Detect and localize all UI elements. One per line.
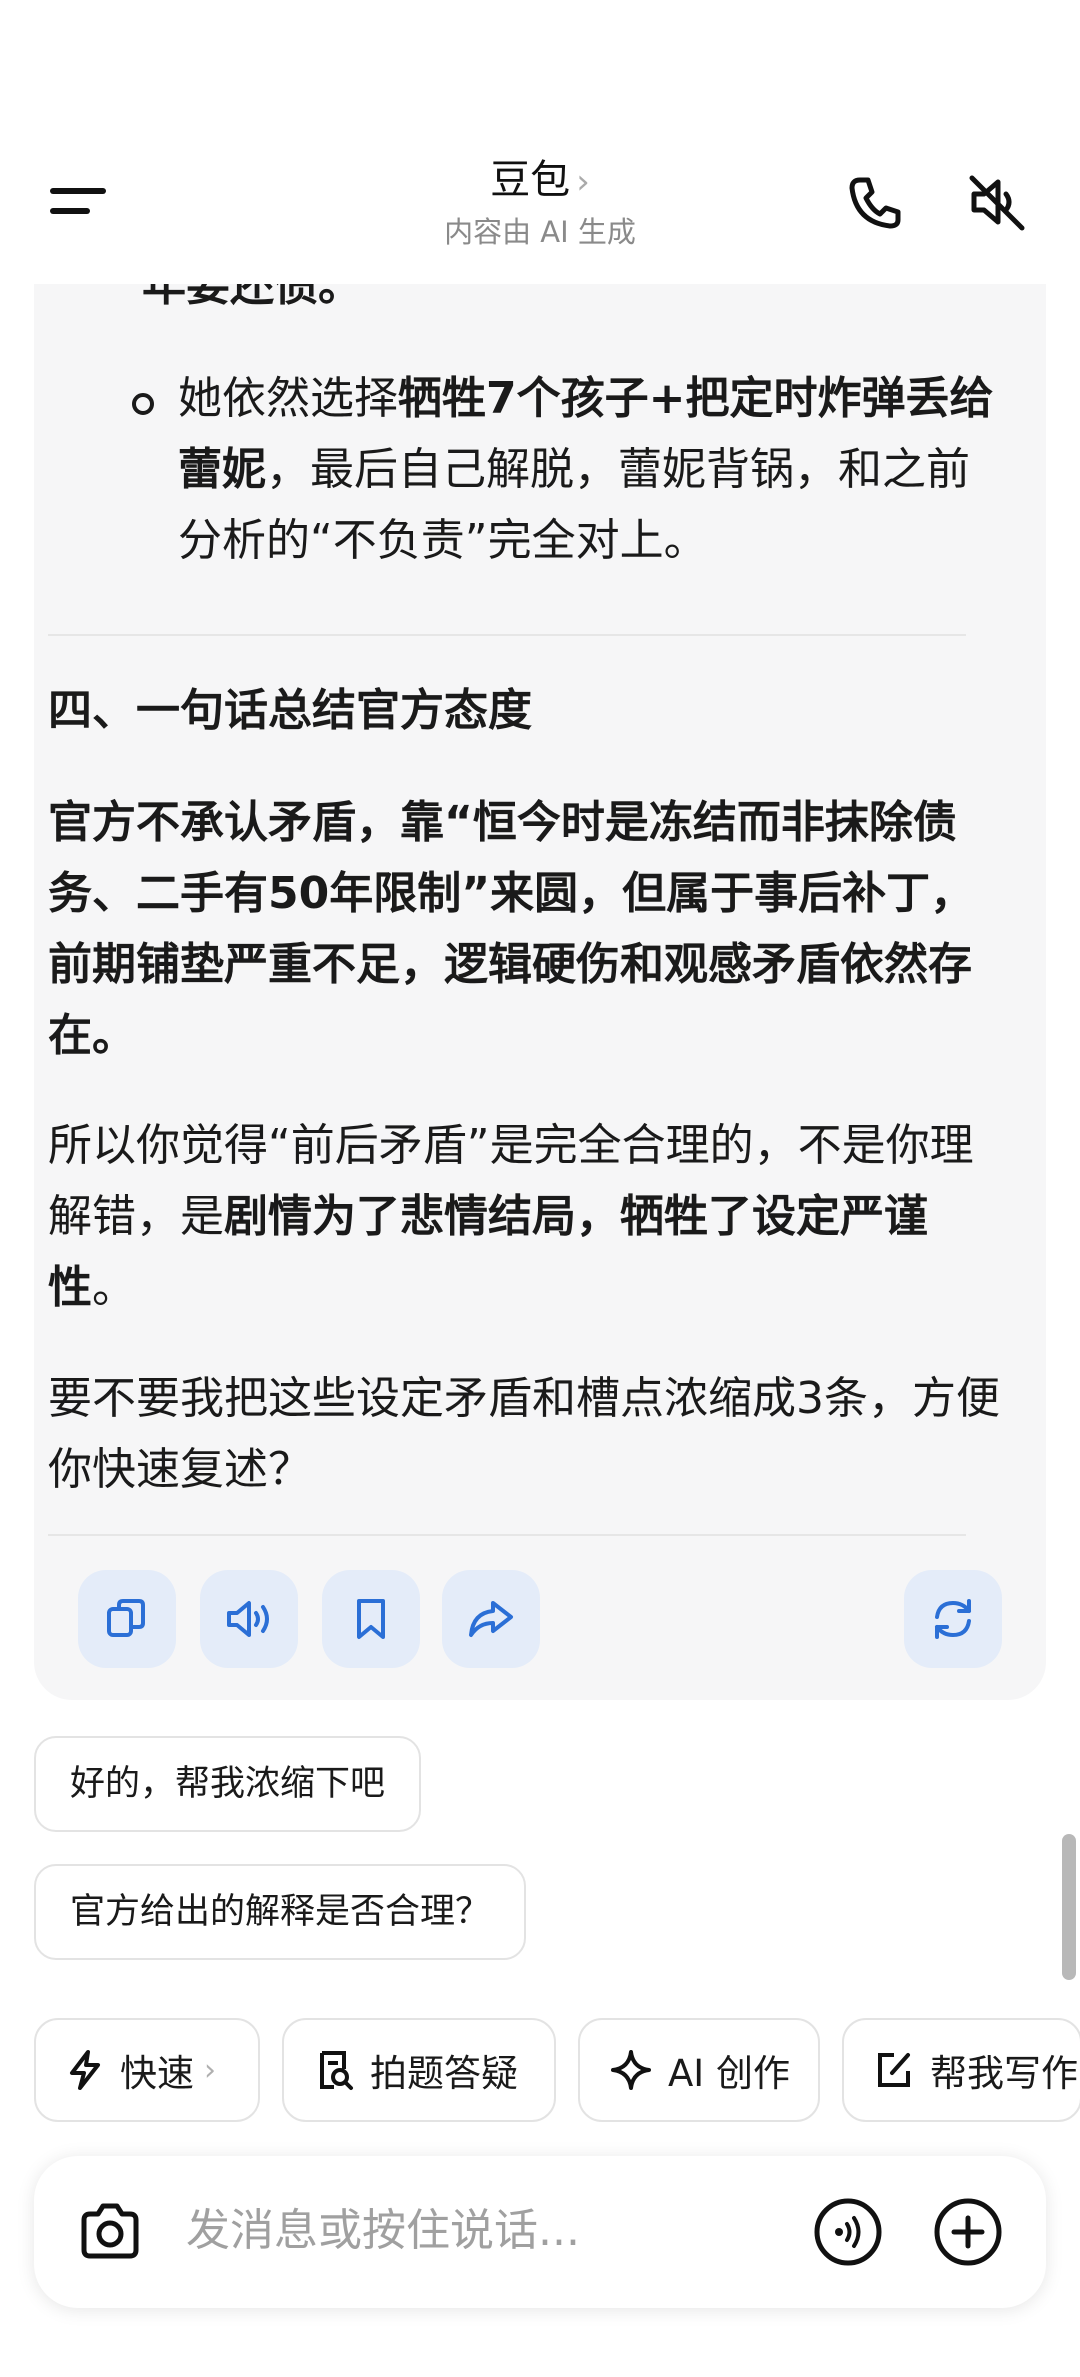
suggestion-chip[interactable]: 好的，帮我浓缩下吧 bbox=[34, 1736, 422, 1832]
chip-label: 帮我写作 bbox=[930, 2052, 1078, 2095]
copy-icon[interactable] bbox=[78, 1570, 176, 1668]
chat-title-area[interactable]: 豆包 › 内容由 AI 生成 bbox=[340, 152, 740, 252]
read-aloud-icon[interactable] bbox=[200, 1570, 298, 1668]
bullet-circle-icon bbox=[132, 393, 154, 415]
sparkle-icon bbox=[611, 2050, 651, 2090]
summary-paragraph: 官方不承认矛盾，靠“恒今时是冻结而非抹除债务、二手有50年限制”来圆，但属于事后… bbox=[48, 797, 975, 1061]
divider bbox=[48, 1534, 966, 1536]
scrollbar[interactable] bbox=[1062, 1834, 1076, 1980]
chip-ai-create[interactable]: AI 创作 bbox=[578, 2018, 820, 2122]
chip-help-write[interactable]: 帮我写作 bbox=[842, 2018, 1080, 2122]
message-actions bbox=[44, 1570, 1002, 1670]
voice-icon[interactable] bbox=[812, 2196, 884, 2272]
chip-label: 快速 bbox=[120, 2052, 194, 2095]
regenerate-icon[interactable] bbox=[904, 1570, 1002, 1668]
chip-photo-qa[interactable]: 拍题答疑 bbox=[282, 2018, 556, 2122]
follow-up-question: 要不要我把这些设定矛盾和槽点浓缩成3条，方便你快速复述？ bbox=[48, 1373, 1000, 1495]
chip-label: 拍题答疑 bbox=[370, 2052, 518, 2095]
message-input[interactable]: 发消息或按住说话... bbox=[186, 2198, 580, 2264]
top-bar: 豆包 › 内容由 AI 生成 bbox=[0, 0, 1080, 284]
divider bbox=[48, 634, 966, 636]
chat-title[interactable]: 豆包 › bbox=[340, 152, 740, 210]
suggestion-chip[interactable]: 官方给出的解释是否合理？ bbox=[34, 1864, 527, 1960]
share-icon[interactable] bbox=[442, 1570, 540, 1668]
edit-icon bbox=[878, 2053, 910, 2087]
phone-icon[interactable] bbox=[842, 170, 906, 234]
chip-fast-mode[interactable]: 快速 › bbox=[34, 2018, 260, 2122]
bolt-icon bbox=[70, 2050, 100, 2090]
conclusion-paragraph: 所以你觉得“前后矛盾”是完全合理的，不是你理解错，是剧情为了悲情结局，牺牲了设定… bbox=[48, 1120, 974, 1313]
bookmark-icon[interactable] bbox=[322, 1570, 420, 1668]
chip-label: AI 创作 bbox=[668, 2052, 790, 2095]
camera-icon[interactable] bbox=[74, 2196, 146, 2272]
chevron-right-icon: › bbox=[204, 2052, 216, 2088]
section-heading: 四、一句话总结官方态度 bbox=[48, 685, 532, 736]
speaker-muted-icon[interactable] bbox=[964, 170, 1028, 234]
plus-icon[interactable] bbox=[932, 2196, 1004, 2272]
photo-search-icon bbox=[320, 2051, 353, 2090]
chevron-right-icon: › bbox=[576, 162, 590, 202]
message-input-bar: 发消息或按住说话... bbox=[34, 2156, 1046, 2308]
ai-disclaimer: 内容由 AI 生成 bbox=[444, 215, 636, 249]
menu-icon[interactable] bbox=[50, 180, 110, 226]
bullet-text: 她依然选择牺牲7个孩子+把定时炸弹丢给蕾妮，最后自己解脱，蕾妮背锅，和之前分析的… bbox=[178, 373, 994, 566]
